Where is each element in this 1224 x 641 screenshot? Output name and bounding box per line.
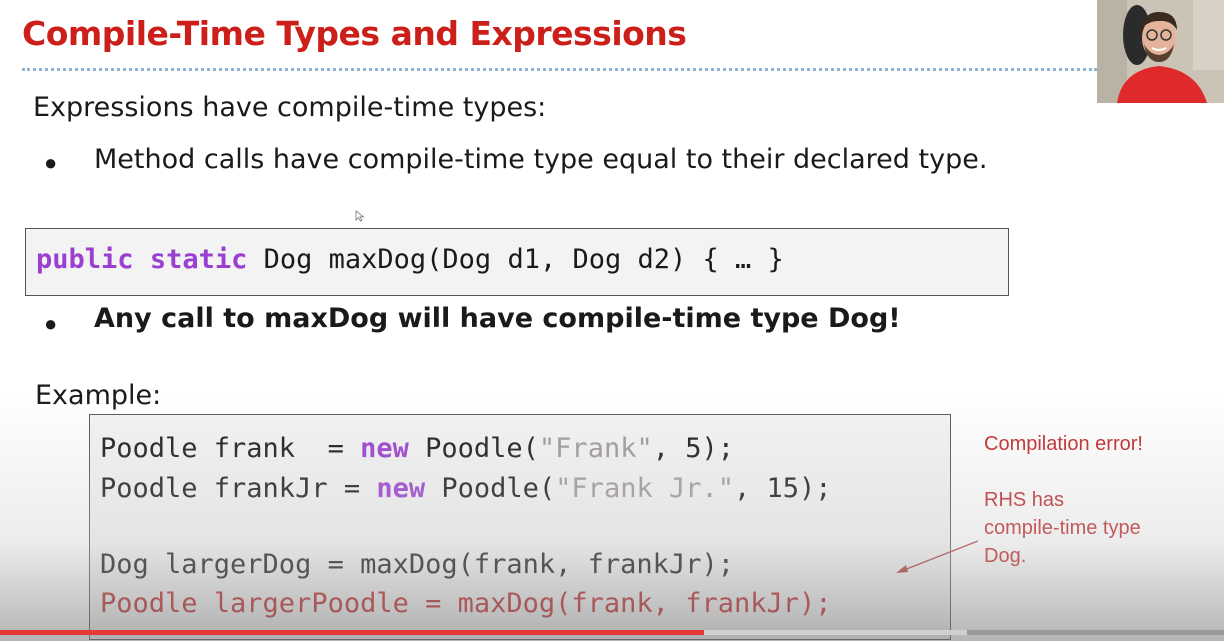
compilation-error-note: Compilation error! <box>984 433 1143 455</box>
mouse-cursor-icon <box>355 210 365 222</box>
rhs-note-line-1: RHS has <box>984 489 1065 511</box>
code-text: Poodle( <box>408 433 539 464</box>
bullet-any-call: Any call to maxDog will have compile-tim… <box>94 303 901 334</box>
code-text: Poodle frankJr = <box>100 473 377 504</box>
bullet-marker: ● <box>44 311 58 336</box>
signature-line: public static Dog maxDog(Dog d1, Dog d2)… <box>36 244 784 276</box>
rhs-note-line-3: Dog. <box>984 545 1027 567</box>
example-code-block: Poodle frank = new Poodle("Frank", 5); P… <box>89 414 951 640</box>
keyword-public: public <box>36 244 134 275</box>
signature-code-block: public static Dog maxDog(Dog d1, Dog d2)… <box>25 228 1009 296</box>
keyword-static: static <box>149 244 248 275</box>
presenter-webcam <box>1097 0 1224 103</box>
signature-rest: Dog maxDog(Dog d1, Dog d2) { … } <box>247 244 784 275</box>
annotation-arrow-icon <box>896 540 979 573</box>
code-line-4-error: Poodle largerPoodle = maxDog(frank, fran… <box>100 588 832 619</box>
code-text: , 15); <box>733 473 832 504</box>
string-literal: "Frank" <box>538 433 653 464</box>
video-progress-fill <box>0 630 704 635</box>
code-text: , 5); <box>652 433 734 464</box>
code-line-2: Poodle frankJr = new Poodle("Frank Jr.",… <box>100 473 832 505</box>
string-literal: "Frank Jr." <box>555 473 734 504</box>
slide-title: Compile-Time Types and Expressions <box>22 14 687 53</box>
bullet-method-calls: Method calls have compile-time type equa… <box>94 144 988 175</box>
bullet-marker: ● <box>44 150 58 175</box>
code-text: Poodle( <box>425 473 556 504</box>
code-line-1: Poodle frank = new Poodle("Frank", 5); <box>100 433 734 465</box>
code-line-3: Dog largerDog = maxDog(frank, frankJr); <box>100 549 734 580</box>
video-progress-bar[interactable] <box>0 630 1224 635</box>
video-buffer-bar <box>704 630 967 635</box>
code-text: Poodle frank = <box>100 433 361 464</box>
example-label: Example: <box>35 380 162 411</box>
title-divider <box>22 68 1097 71</box>
keyword-new: new <box>360 433 409 464</box>
presenter-video-image <box>1097 0 1224 103</box>
rhs-note-line-2: compile-time type <box>984 517 1141 539</box>
intro-text: Expressions have compile-time types: <box>33 92 547 123</box>
keyword-new: new <box>376 473 426 504</box>
